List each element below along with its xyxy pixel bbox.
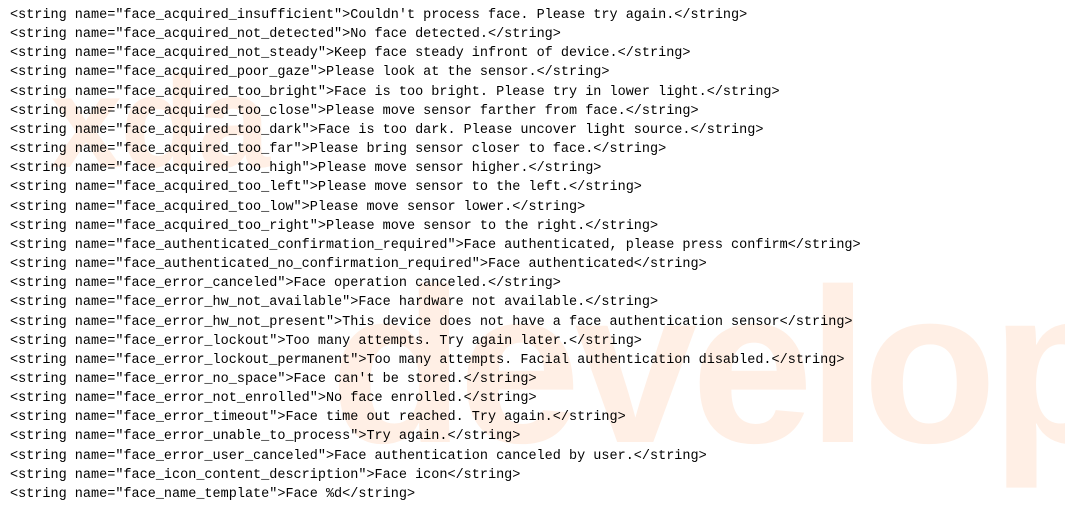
code-line: <string name="face_error_user_canceled">… — [10, 447, 1055, 466]
code-line: <string name="face_acquired_too_far">Ple… — [10, 140, 1055, 159]
code-line: <string name="face_error_hw_not_present"… — [10, 313, 1055, 332]
code-line: <string name="face_acquired_poor_gaze">P… — [10, 63, 1055, 82]
code-line: <string name="face_authenticated_confirm… — [10, 236, 1055, 255]
code-line: <string name="face_authenticated_no_conf… — [10, 255, 1055, 274]
code-line: <string name="face_acquired_too_dark">Fa… — [10, 121, 1055, 140]
code-line: <string name="face_acquired_too_bright">… — [10, 83, 1055, 102]
code-line: <string name="face_error_no_space">Face … — [10, 370, 1055, 389]
code-line: <string name="face_acquired_too_left">Pl… — [10, 178, 1055, 197]
code-line: <string name="face_error_lockout">Too ma… — [10, 332, 1055, 351]
code-line: <string name="face_error_timeout">Face t… — [10, 408, 1055, 427]
code-line: <string name="face_error_lockout_permane… — [10, 351, 1055, 370]
code-block: <string name="face_acquired_insufficient… — [10, 6, 1055, 504]
code-line: <string name="face_error_unable_to_proce… — [10, 427, 1055, 446]
code-line: <string name="face_error_canceled">Face … — [10, 274, 1055, 293]
code-line: <string name="face_acquired_too_close">P… — [10, 102, 1055, 121]
code-line: <string name="face_error_hw_not_availabl… — [10, 293, 1055, 312]
code-line: <string name="face_acquired_too_right">P… — [10, 217, 1055, 236]
code-line: <string name="face_icon_content_descript… — [10, 466, 1055, 485]
code-line: <string name="face_acquired_too_high">Pl… — [10, 159, 1055, 178]
code-line: <string name="face_acquired_not_steady">… — [10, 44, 1055, 63]
code-line: <string name="face_acquired_not_detected… — [10, 25, 1055, 44]
code-line: <string name="face_name_template">Face %… — [10, 485, 1055, 504]
code-line: <string name="face_error_not_enrolled">N… — [10, 389, 1055, 408]
code-line: <string name="face_acquired_insufficient… — [10, 6, 1055, 25]
code-line: <string name="face_acquired_too_low">Ple… — [10, 198, 1055, 217]
